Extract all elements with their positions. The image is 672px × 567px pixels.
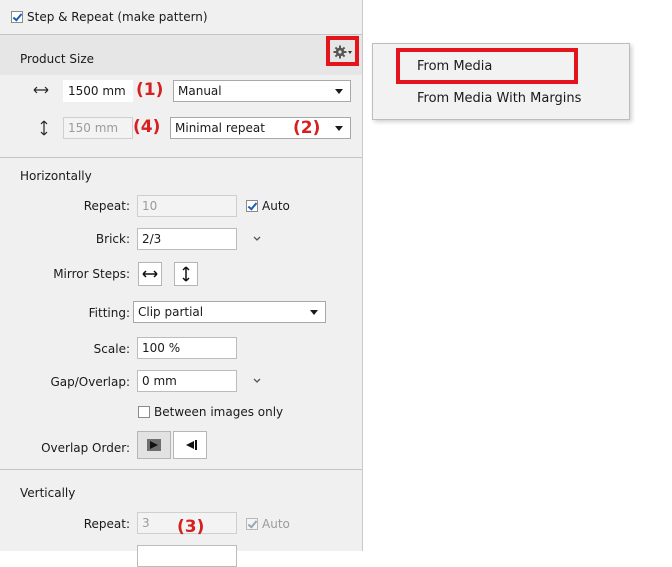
step-repeat-checkbox[interactable] — [11, 11, 23, 23]
brick-input[interactable]: 2/3 — [137, 228, 237, 250]
vertical-auto-checkbox[interactable] — [246, 518, 258, 530]
brick-label: Brick: — [95, 232, 130, 246]
mirror-vertical-button[interactable] — [174, 262, 198, 286]
vertical-arrow-icon — [39, 120, 49, 136]
vertical-brick-input[interactable] — [137, 545, 237, 567]
product-size-title: Product Size — [20, 52, 95, 66]
chevron-down-icon — [310, 310, 318, 315]
chevron-down-icon — [335, 89, 343, 94]
product-height-input[interactable]: 150 mm — [63, 117, 133, 139]
vertical-repeat-label: Repeat: — [83, 517, 130, 531]
vertical-auto-label: Auto — [262, 517, 290, 531]
annotation-3: (3) — [177, 517, 205, 537]
width-mode-value: Manual — [178, 84, 222, 98]
chevron-down-icon[interactable] — [252, 235, 262, 243]
scale-label: Scale: — [93, 342, 130, 356]
horizontal-auto-checkbox[interactable] — [246, 200, 258, 212]
annotation-2: (2) — [293, 118, 321, 138]
fitting-select[interactable]: Clip partial — [133, 301, 326, 323]
fitting-value: Clip partial — [138, 305, 204, 319]
mirror-horizontal-button[interactable] — [138, 262, 162, 286]
repeat-label: Repeat: — [83, 199, 130, 213]
divider — [0, 469, 362, 470]
annotation-1: (1) — [136, 80, 164, 100]
between-images-checkbox[interactable] — [138, 406, 150, 418]
scale-input[interactable]: 100 % — [137, 337, 237, 359]
chevron-down-icon[interactable] — [252, 377, 262, 385]
step-repeat-panel: Step & Repeat (make pattern) Product Siz… — [0, 0, 363, 567]
vertically-title: Vertically — [20, 486, 76, 500]
width-mode-select[interactable]: Manual — [173, 80, 351, 102]
from-media-highlight-box — [396, 48, 578, 84]
overlap-order-backward-button[interactable] — [173, 431, 207, 459]
horizontal-arrow-icon — [33, 84, 49, 94]
chevron-down-icon — [335, 126, 343, 131]
gear-highlight-box — [326, 36, 359, 66]
fitting-label: Fitting: — [88, 306, 130, 320]
horizontally-title: Horizontally — [20, 169, 92, 183]
mirror-steps-label: Mirror Steps: — [53, 267, 130, 281]
menu-item-from-media-with-margins[interactable]: From Media With Margins — [417, 90, 581, 108]
height-mode-select[interactable]: Minimal repeat — [170, 117, 351, 139]
annotation-4: (4) — [133, 117, 161, 137]
horizontal-repeat-input[interactable]: 10 — [137, 195, 237, 217]
between-images-label: Between images only — [154, 405, 284, 419]
product-width-input[interactable]: 1500 mm — [63, 80, 133, 102]
overlap-order-label: Overlap Order: — [41, 441, 130, 455]
overlap-order-forward-button[interactable] — [137, 431, 171, 459]
step-repeat-label: Step & Repeat (make pattern) — [27, 10, 208, 24]
gap-overlap-input[interactable]: 0 mm — [137, 370, 237, 392]
divider — [0, 157, 362, 158]
horizontal-auto-label: Auto — [262, 199, 290, 213]
height-mode-value: Minimal repeat — [175, 121, 265, 135]
gap-overlap-label: Gap/Overlap: — [50, 375, 130, 389]
